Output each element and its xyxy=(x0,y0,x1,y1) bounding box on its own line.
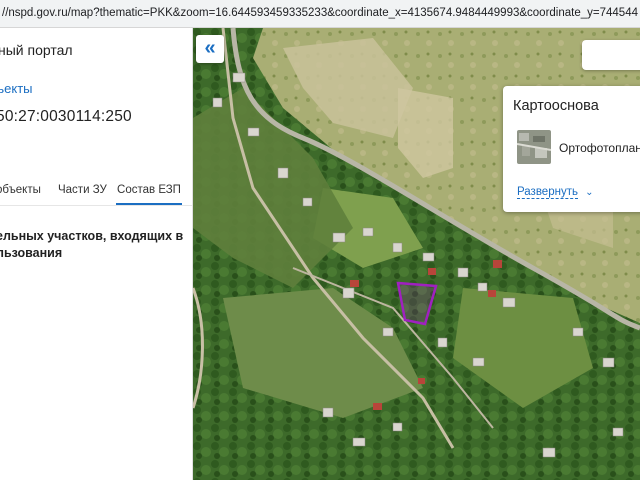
section-description: ельных участков, входящих в льзования xyxy=(0,229,184,260)
tab-bar: объекты Части ЗУ Состав ЕЗП xyxy=(0,178,192,206)
basemap-panel: Картооснова Ортофотопланы Развернуть ⌄ xyxy=(503,86,640,212)
chevron-down-icon: ⌄ xyxy=(585,187,594,198)
map-search-box[interactable] xyxy=(582,40,640,70)
portal-title: ный портал xyxy=(0,42,73,58)
objects-link[interactable]: ъекты xyxy=(0,81,33,96)
basemap-item-label: Ортофотопланы xyxy=(559,141,640,155)
info-sidebar: ный портал ъекты 50:27:0030114:250 объек… xyxy=(0,28,193,480)
expand-label: Развернуть xyxy=(517,186,578,199)
tab-objects[interactable]: объекты xyxy=(0,184,41,196)
tab-parts[interactable]: Части ЗУ xyxy=(58,184,107,196)
double-chevron-left-icon: « xyxy=(204,37,216,59)
basemap-title: Картооснова xyxy=(513,98,599,114)
active-tab-indicator xyxy=(116,203,182,205)
browser-address-bar[interactable]: //nspd.gov.ru/map?thematic=PKK&zoom=16.6… xyxy=(0,0,640,28)
collapse-panel-button[interactable]: « xyxy=(196,35,224,63)
basemap-option-orthophoto[interactable]: Ортофотопланы xyxy=(513,128,640,168)
cadastral-number: 50:27:0030114:250 xyxy=(0,108,132,125)
tab-ezp-composition[interactable]: Состав ЕЗП xyxy=(116,184,182,196)
expand-basemaps-link[interactable]: Развернуть ⌄ xyxy=(517,186,594,199)
orthophoto-thumbnail xyxy=(517,130,551,164)
address-url[interactable]: //nspd.gov.ru/map?thematic=PKK&zoom=16.6… xyxy=(2,7,638,19)
